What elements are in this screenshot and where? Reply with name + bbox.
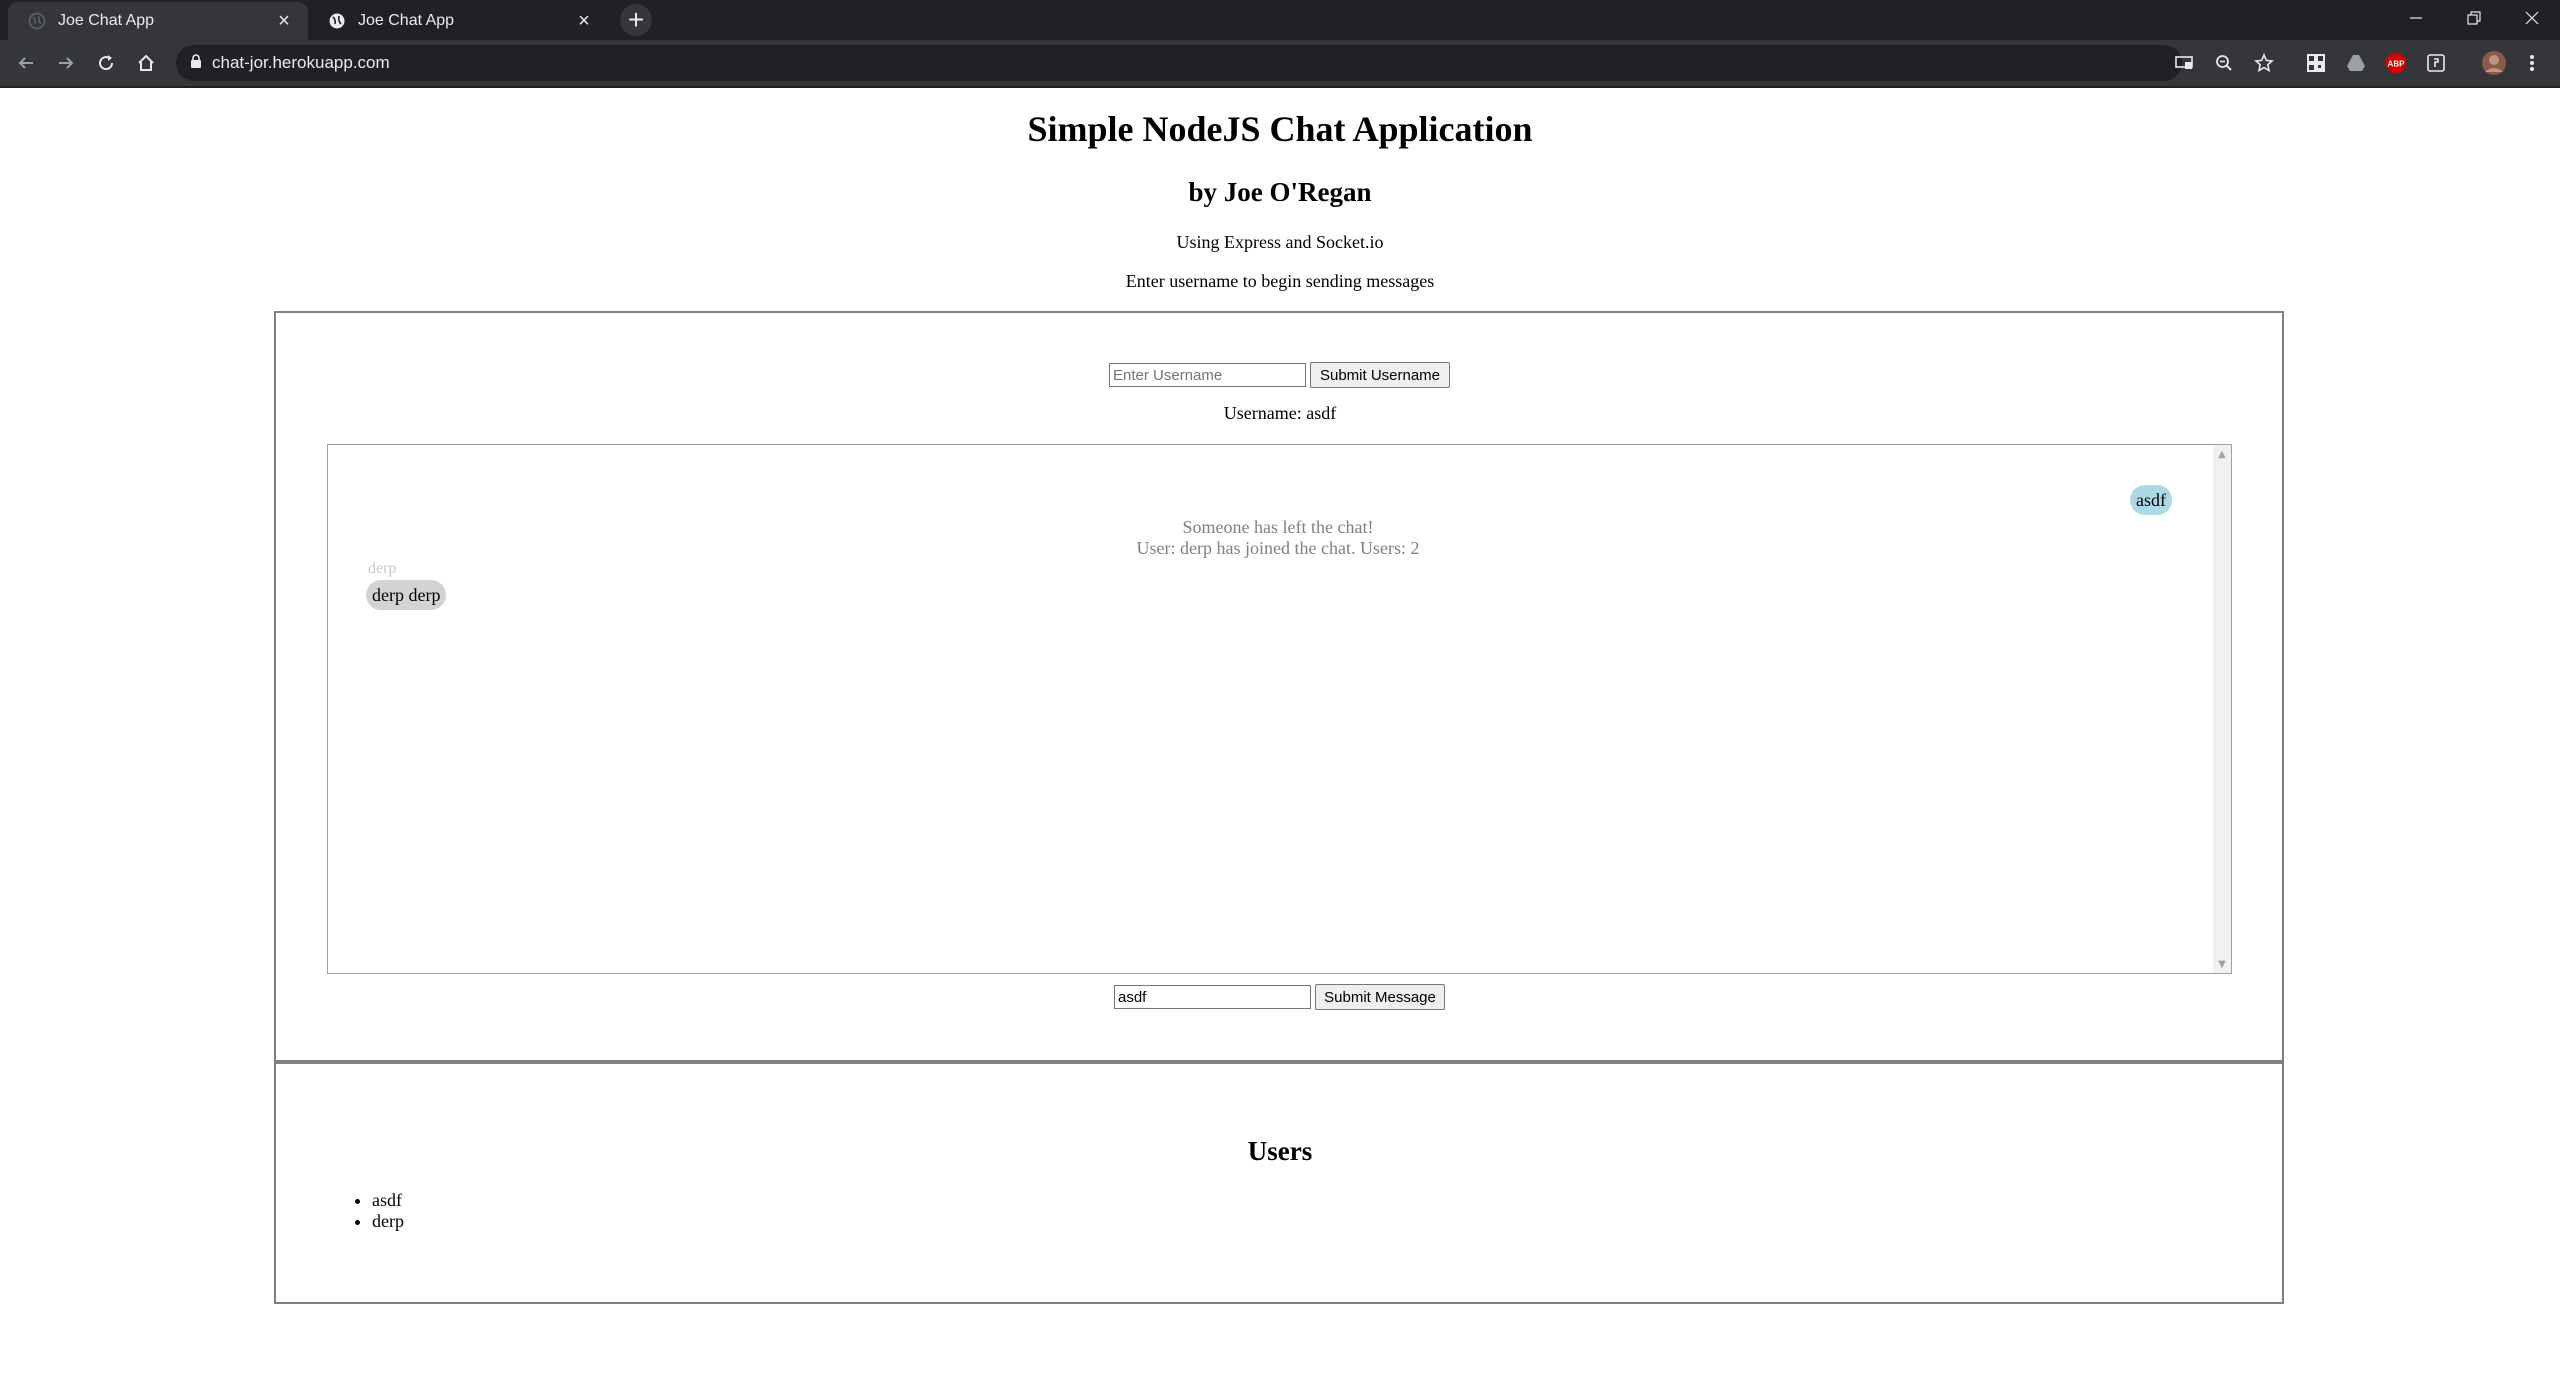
restore-icon[interactable] (2446, 0, 2502, 36)
users-panel (274, 1061, 2284, 1304)
address-bar[interactable]: chat-jor.herokuapp.com (176, 45, 2182, 81)
cast-icon[interactable] (2172, 51, 2196, 75)
scroll-up-arrow-icon[interactable]: ▲ (2213, 445, 2231, 463)
toolbar-divider (0, 86, 2560, 88)
extension-icon[interactable] (2424, 51, 2448, 75)
drive-extension-icon[interactable] (2344, 51, 2368, 75)
menu-icon[interactable] (2520, 51, 2544, 75)
users-list: asdf derp (336, 1190, 404, 1232)
message-bubble-self: asdf (2130, 485, 2172, 515)
adblock-label: ABP (2388, 60, 2406, 69)
globe-icon (328, 12, 346, 30)
message-sender: derp (368, 560, 397, 577)
browser-tab-strip: Joe Chat App × Joe Chat App × + (0, 0, 2560, 40)
bookmark-star-icon[interactable] (2252, 51, 2276, 75)
tab-title: Joe Chat App (358, 12, 455, 29)
adblock-plus-icon[interactable]: ABP (2384, 51, 2408, 75)
qr-extension-icon[interactable] (2304, 51, 2328, 75)
tab-title: Joe Chat App (58, 12, 155, 29)
users-heading: Users (1247, 1136, 1313, 1166)
home-icon[interactable] (130, 47, 162, 79)
browser-tab-2[interactable]: Joe Chat App × (308, 2, 608, 40)
globe-icon (28, 12, 46, 30)
close-tab-icon[interactable]: × (574, 10, 594, 32)
user-list-item: asdf (372, 1190, 404, 1211)
tech-description: Using Express and Socket.io (1176, 232, 1384, 252)
scroll-down-arrow-icon[interactable]: ▼ (2213, 955, 2231, 973)
new-tab-button[interactable]: + (620, 4, 652, 36)
reload-icon[interactable] (90, 47, 122, 79)
message-input[interactable] (1114, 985, 1311, 1009)
close-window-icon[interactable] (2504, 0, 2560, 36)
message-bubble-other: derp derp (366, 580, 447, 610)
submit-message-button[interactable]: Submit Message (1315, 984, 1445, 1010)
page-title: Simple NodeJS Chat Application (1027, 109, 1533, 149)
lock-icon[interactable] (190, 53, 202, 73)
browser-tab-1[interactable]: Joe Chat App × (8, 2, 308, 40)
chat-messages-box[interactable]: asdf Someone has left the chat! User: de… (327, 444, 2232, 974)
instruction-text: Enter username to begin sending messages (1125, 271, 1435, 291)
minimize-icon[interactable] (2388, 0, 2444, 36)
back-arrow-icon[interactable] (10, 47, 42, 79)
current-username: Username: asdf (1223, 403, 1337, 423)
user-list-item: derp (372, 1211, 404, 1232)
forward-arrow-icon[interactable] (50, 47, 82, 79)
browser-toolbar: chat-jor.herokuapp.com ABP (0, 40, 2560, 86)
profile-avatar[interactable] (2480, 49, 2508, 77)
zoom-icon[interactable] (2212, 51, 2236, 75)
page-subtitle: by Joe O'Regan (1188, 177, 1372, 207)
submit-username-button[interactable]: Submit Username (1310, 362, 1450, 388)
system-message: User: derp has joined the chat. Users: 2 (1136, 538, 1420, 558)
address-url[interactable]: chat-jor.herokuapp.com (212, 53, 390, 73)
system-message: Someone has left the chat! (1182, 517, 1374, 537)
chat-scrollbar[interactable]: ▲ ▼ (2213, 445, 2231, 973)
username-input[interactable] (1109, 363, 1306, 387)
close-tab-icon[interactable]: × (274, 10, 294, 32)
